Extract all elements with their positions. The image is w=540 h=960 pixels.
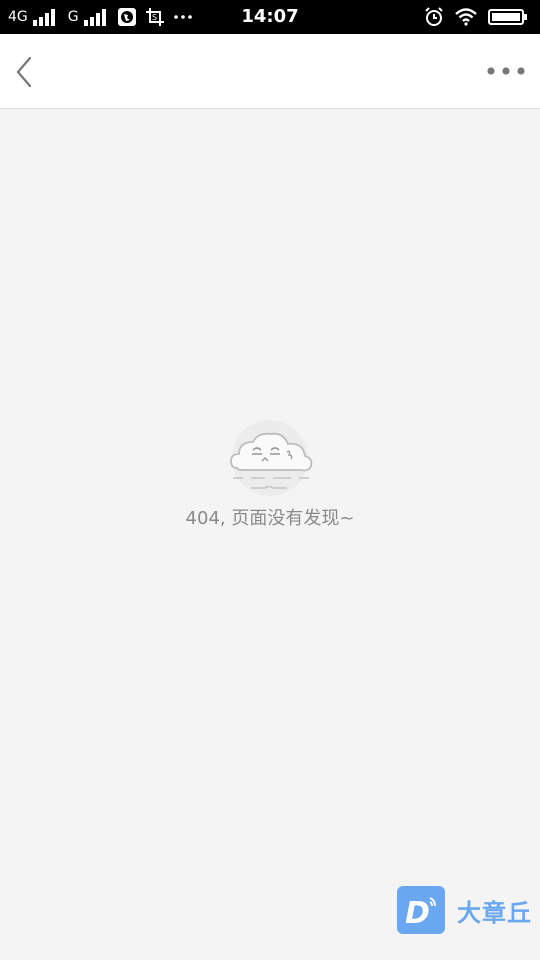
not-found-message: 404, 页面没有发现~ [185,508,355,529]
svg-text:D: D [405,896,430,931]
more-options-button[interactable] [484,58,528,86]
sad-cloud-icon [230,420,313,496]
wifi-icon [455,8,477,26]
chevron-left-icon [16,56,32,88]
status-right-group [424,0,528,34]
brand-logo-icon: D [397,886,445,934]
back-button[interactable] [8,52,44,92]
brand-name: 大章丘 [457,898,532,927]
more-dots-icon [487,67,525,75]
screen: 4G G S 14:07 404, 页面没有发现~ D 大章丘 [0,0,540,960]
empty-state: 404, 页面没有发现~ [0,418,540,530]
battery-icon [488,9,527,25]
watermark: D 大章丘 [397,886,532,934]
status-bar: 4G G S 14:07 [0,0,540,34]
alarm-clock-icon [425,7,443,26]
navigation-bar [0,34,540,109]
